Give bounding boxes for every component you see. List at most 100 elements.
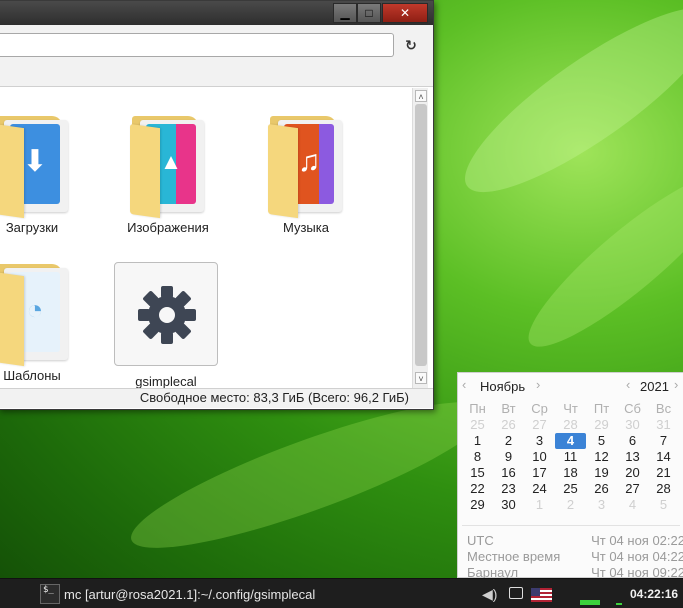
week-row: 25 26 27 28 29 30 31 bbox=[462, 417, 680, 433]
weekday-label: Сб bbox=[624, 401, 641, 416]
location-bar[interactable] bbox=[0, 33, 394, 57]
divider bbox=[462, 525, 680, 526]
folder-item-music[interactable]: ♫ Музыка bbox=[250, 112, 362, 235]
folder-item-pictures[interactable]: ▲ Изображения bbox=[112, 112, 224, 235]
day-cell[interactable]: 30 bbox=[493, 497, 524, 513]
item-label: Изображения bbox=[127, 220, 209, 235]
prev-year-icon[interactable]: ‹ bbox=[626, 377, 630, 392]
day-cell[interactable]: 26 bbox=[493, 417, 524, 433]
day-cell[interactable]: 25 bbox=[555, 481, 586, 497]
file-view: ⬇ Загрузки ▲ Изображения ♫ Музыка ◔ Шабл… bbox=[0, 88, 412, 388]
day-cell[interactable]: 3 bbox=[586, 497, 617, 513]
vertical-scrollbar[interactable]: ˄ ˅ bbox=[412, 88, 428, 388]
item-label: Загрузки bbox=[5, 220, 59, 235]
day-cell[interactable]: 1 bbox=[524, 497, 555, 513]
next-year-icon[interactable]: › bbox=[674, 377, 678, 392]
day-cell[interactable]: 26 bbox=[586, 481, 617, 497]
wallpaper-streak bbox=[444, 0, 683, 219]
timezone-name: Местное время bbox=[467, 549, 561, 564]
day-cell[interactable]: 5 bbox=[586, 433, 617, 449]
item-label: gsimplecal bbox=[135, 374, 197, 388]
day-cell[interactable]: 16 bbox=[493, 465, 524, 481]
day-cell[interactable]: 27 bbox=[617, 481, 648, 497]
day-cell[interactable]: 5 bbox=[648, 497, 679, 513]
day-cell[interactable]: 3 bbox=[524, 433, 555, 449]
calendar-header: ‹ Ноябрь › ‹ 2021 › bbox=[458, 375, 683, 397]
day-cell[interactable]: 25 bbox=[462, 417, 493, 433]
scroll-down-arrow-icon[interactable]: ˅ bbox=[415, 372, 427, 384]
day-cell[interactable]: 24 bbox=[524, 481, 555, 497]
day-cell[interactable]: 28 bbox=[555, 417, 586, 433]
day-cell[interactable]: 2 bbox=[493, 433, 524, 449]
window-titlebar[interactable]: ▁ □ ✕ bbox=[0, 1, 433, 25]
day-cell[interactable]: 7 bbox=[648, 433, 679, 449]
folder-item-downloads[interactable]: ⬇ Загрузки bbox=[0, 112, 88, 235]
day-cell[interactable]: 18 bbox=[555, 465, 586, 481]
notification-icon[interactable] bbox=[509, 587, 523, 599]
timezone-name: UTC bbox=[467, 533, 494, 548]
scroll-up-arrow-icon[interactable]: ˄ bbox=[415, 90, 427, 102]
item-label: Музыка bbox=[283, 220, 329, 235]
scroll-thumb[interactable] bbox=[415, 104, 427, 366]
week-row: 1234567 bbox=[462, 433, 680, 449]
day-cell[interactable]: 28 bbox=[648, 481, 679, 497]
prev-month-icon[interactable]: ‹ bbox=[462, 377, 466, 392]
minimize-button[interactable]: ▁ bbox=[333, 3, 357, 23]
day-cell[interactable]: 12 bbox=[586, 449, 617, 465]
gear-icon bbox=[138, 286, 196, 344]
weekday-label: Чт bbox=[563, 401, 578, 416]
pictures-folder-icon: ▲ bbox=[128, 112, 208, 219]
day-cell[interactable]: 23 bbox=[493, 481, 524, 497]
day-cell[interactable]: 17 bbox=[524, 465, 555, 481]
day-cell[interactable]: 19 bbox=[586, 465, 617, 481]
weekday-label: Пн bbox=[469, 401, 486, 416]
day-cell[interactable]: 10 bbox=[524, 449, 555, 465]
day-cell[interactable]: 15 bbox=[462, 465, 493, 481]
taskbar: $_ mc [artur@rosa2021.1]:~/.config/gsimp… bbox=[0, 578, 683, 608]
year-label: 2021 bbox=[640, 379, 669, 394]
folder-item-templates[interactable]: ◔ Шаблоны bbox=[0, 260, 88, 383]
day-cell[interactable]: 31 bbox=[648, 417, 679, 433]
status-bar: Свободное место: 83,3 ГиБ (Всего: 96,2 Г… bbox=[0, 388, 433, 408]
week-row: 15 16 17 18 19 20 21 bbox=[462, 465, 680, 481]
weekday-label: Вт bbox=[501, 401, 516, 416]
day-cell[interactable]: 4 bbox=[617, 497, 648, 513]
day-cell[interactable]: 20 bbox=[617, 465, 648, 481]
item-label: Шаблоны bbox=[3, 368, 61, 383]
day-cell[interactable]: 21 bbox=[648, 465, 679, 481]
weekday-row: Пн Вт Ср Чт Пт Сб Вс bbox=[462, 401, 680, 417]
day-cell[interactable]: 29 bbox=[586, 417, 617, 433]
keyboard-layout-flag-icon[interactable] bbox=[531, 588, 552, 602]
day-cell[interactable]: 2 bbox=[555, 497, 586, 513]
gsimplecal-calendar: ‹ Ноябрь › ‹ 2021 › Пн Вт Ср Чт Пт Сб Вс 25 26 27… bbox=[457, 372, 683, 580]
day-cell[interactable]: 1 bbox=[462, 433, 493, 449]
day-cell[interactable]: 6 bbox=[617, 433, 648, 449]
next-month-icon[interactable]: › bbox=[536, 377, 540, 392]
file-manager-window: ▁ □ ✕ ↻ ⬇ Загрузки ▲ Изображения ♫ Музык… bbox=[0, 0, 434, 410]
maximize-button[interactable]: □ bbox=[357, 3, 381, 23]
reload-icon[interactable]: ↻ bbox=[400, 34, 422, 56]
day-cell[interactable]: 8 bbox=[462, 449, 493, 465]
week-row: 8 9 10 11 12 13 14 bbox=[462, 449, 680, 465]
terminal-icon[interactable]: $_ bbox=[40, 584, 60, 604]
day-cell[interactable]: 22 bbox=[462, 481, 493, 497]
day-cell[interactable]: 14 bbox=[648, 449, 679, 465]
file-item-gsimplecal[interactable]: gsimplecal bbox=[110, 262, 222, 388]
day-cell[interactable]: 29 bbox=[462, 497, 493, 513]
cpu-monitor-bar bbox=[580, 600, 600, 605]
weekday-label: Вс bbox=[655, 401, 672, 416]
day-cell[interactable]: 13 bbox=[617, 449, 648, 465]
timezone-row: Местное время Чт 04 ноя 04:22 bbox=[467, 549, 683, 565]
day-cell[interactable]: 9 bbox=[493, 449, 524, 465]
day-cell[interactable]: 11 bbox=[555, 449, 586, 465]
clock[interactable]: 04:22:16 bbox=[630, 587, 678, 601]
taskbar-window-button[interactable]: mc [artur@rosa2021.1]:~/.config/gsimplec… bbox=[64, 587, 315, 602]
close-button[interactable]: ✕ bbox=[382, 3, 428, 23]
downloads-folder-icon: ⬇ bbox=[0, 112, 72, 219]
day-cell-today[interactable]: 4 bbox=[555, 433, 586, 449]
day-cell[interactable]: 30 bbox=[617, 417, 648, 433]
volume-icon[interactable]: ◀) bbox=[482, 585, 502, 603]
day-cell[interactable]: 27 bbox=[524, 417, 555, 433]
wallpaper-streak bbox=[511, 153, 683, 367]
weekday-label: Ср bbox=[531, 401, 548, 416]
